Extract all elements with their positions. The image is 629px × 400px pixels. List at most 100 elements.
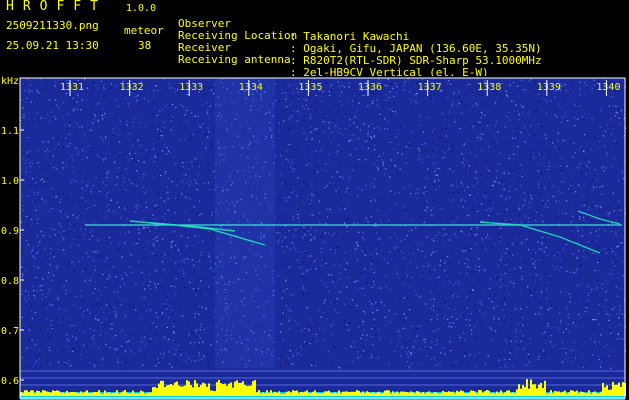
level-bar [278, 391, 280, 396]
level-bar [34, 393, 36, 396]
level-bar [230, 382, 232, 396]
level-bar [94, 391, 96, 396]
level-bar [42, 390, 44, 396]
level-bar [178, 385, 180, 396]
level-bar [594, 391, 596, 396]
level-bar [480, 390, 482, 396]
level-bar [456, 390, 458, 396]
level-bar [184, 385, 186, 396]
level-bar [436, 392, 438, 396]
level-bar [118, 393, 120, 396]
level-bar [154, 387, 156, 396]
level-bar [382, 393, 384, 396]
level-bar [420, 393, 422, 396]
level-bar [566, 393, 568, 396]
level-bar [352, 391, 354, 396]
level-bar [606, 385, 608, 396]
level-bar [490, 393, 492, 396]
y-tick-label: 0.8 [1, 276, 19, 287]
level-bar [542, 388, 544, 396]
level-bar [528, 388, 530, 396]
level-bar [330, 393, 332, 396]
level-bar [32, 390, 34, 396]
level-bar [512, 392, 514, 396]
level-bar [228, 383, 230, 396]
level-bar [460, 390, 462, 396]
level-bar [108, 392, 110, 396]
level-bar [612, 382, 614, 396]
level-bar [250, 385, 252, 396]
level-bar [378, 391, 380, 396]
level-bar [226, 385, 228, 396]
level-bar [62, 392, 64, 396]
level-bar [56, 390, 58, 396]
level-bar [328, 390, 330, 396]
level-bar [82, 392, 84, 396]
level-bar [90, 393, 92, 396]
level-bar [254, 380, 256, 396]
level-bar [544, 380, 546, 396]
level-bar [266, 390, 268, 396]
level-bar [534, 384, 536, 396]
level-bar [568, 392, 570, 396]
level-bar [64, 393, 66, 396]
level-bar [168, 384, 170, 396]
level-bar [106, 393, 108, 396]
level-bar [54, 391, 56, 396]
level-bar [610, 389, 612, 396]
level-bar [140, 390, 142, 396]
level-bar [304, 391, 306, 396]
level-bar [360, 392, 362, 396]
level-bar [458, 391, 460, 396]
level-bar [452, 391, 454, 396]
level-bar [240, 382, 242, 396]
level-bar [244, 384, 246, 396]
level-bar [290, 392, 292, 396]
y-tick-label: 0.7 [1, 326, 19, 337]
level-bar [172, 385, 174, 396]
level-bar [274, 391, 276, 396]
interference-band [215, 78, 275, 368]
level-bar [386, 390, 388, 396]
level-bar [418, 391, 420, 396]
level-bar [530, 379, 532, 396]
level-bar [580, 391, 582, 396]
level-bar [380, 393, 382, 396]
level-bar [492, 392, 494, 396]
level-bar [216, 382, 218, 396]
level-bar [224, 383, 226, 396]
level-bar [368, 392, 370, 396]
level-bar [130, 393, 132, 396]
level-bar [66, 390, 68, 396]
y-tick-label: 0.6 [1, 376, 19, 387]
level-bar [234, 381, 236, 396]
level-bar [28, 392, 30, 396]
level-bar [508, 390, 510, 396]
level-bar [146, 393, 148, 396]
level-bar [160, 380, 162, 396]
level-bar [336, 393, 338, 396]
level-bar [604, 387, 606, 396]
level-bar [272, 393, 274, 396]
level-bar [454, 393, 456, 396]
meteor-count: 38 [138, 39, 152, 52]
x-tick-label: 1337 [418, 82, 442, 93]
level-bar [362, 391, 364, 396]
level-bar [318, 393, 320, 396]
level-bar [30, 390, 32, 396]
level-bar [88, 393, 90, 396]
level-bar [110, 393, 112, 396]
level-bar [232, 387, 234, 396]
level-bar [150, 392, 152, 396]
level-bar [394, 393, 396, 396]
level-bar [364, 393, 366, 396]
level-bar [170, 384, 172, 396]
x-tick-label: 1339 [537, 82, 561, 93]
level-bar [576, 390, 578, 396]
level-bar [502, 393, 504, 396]
level-bar [218, 380, 220, 396]
level-bar [310, 392, 312, 396]
level-bar [410, 391, 412, 396]
level-bar [40, 392, 42, 396]
level-bar [162, 380, 164, 396]
